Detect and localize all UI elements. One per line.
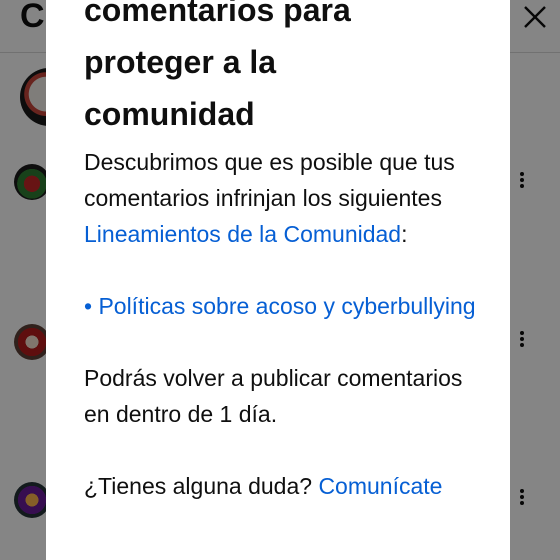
contact-link[interactable]: Comunícate bbox=[318, 473, 442, 499]
policy-paragraph: • Políticas sobre acoso y cyberbullying bbox=[84, 288, 484, 324]
restriction-text: Podrás volver a publicar comentarios en … bbox=[84, 365, 463, 427]
dialog-body: Descubrimos que es posible que tus comen… bbox=[84, 144, 484, 504]
intro-colon: : bbox=[401, 221, 408, 247]
dialog-title-line: comentarios para bbox=[84, 0, 351, 28]
question-paragraph: ¿Tienes alguna duda? Comunícate bbox=[84, 468, 484, 504]
screen: C comentarios para proteger a la comunid… bbox=[0, 0, 560, 560]
comment-restriction-dialog: comentarios para proteger a la comunidad… bbox=[46, 0, 510, 560]
dialog-title: comentarios para proteger a la comunidad bbox=[84, 0, 484, 140]
dialog-title-line: comunidad bbox=[84, 96, 255, 132]
intro-text: Descubrimos que es posible que tus comen… bbox=[84, 149, 455, 211]
intro-paragraph: Descubrimos que es posible que tus comen… bbox=[84, 144, 484, 252]
question-text: ¿Tienes alguna duda? bbox=[84, 473, 319, 499]
guidelines-link[interactable]: Lineamientos de la Comunidad bbox=[84, 221, 401, 247]
dialog-title-line: proteger a la bbox=[84, 44, 277, 80]
harassment-policy-link[interactable]: • Políticas sobre acoso y cyberbullying bbox=[84, 293, 476, 319]
